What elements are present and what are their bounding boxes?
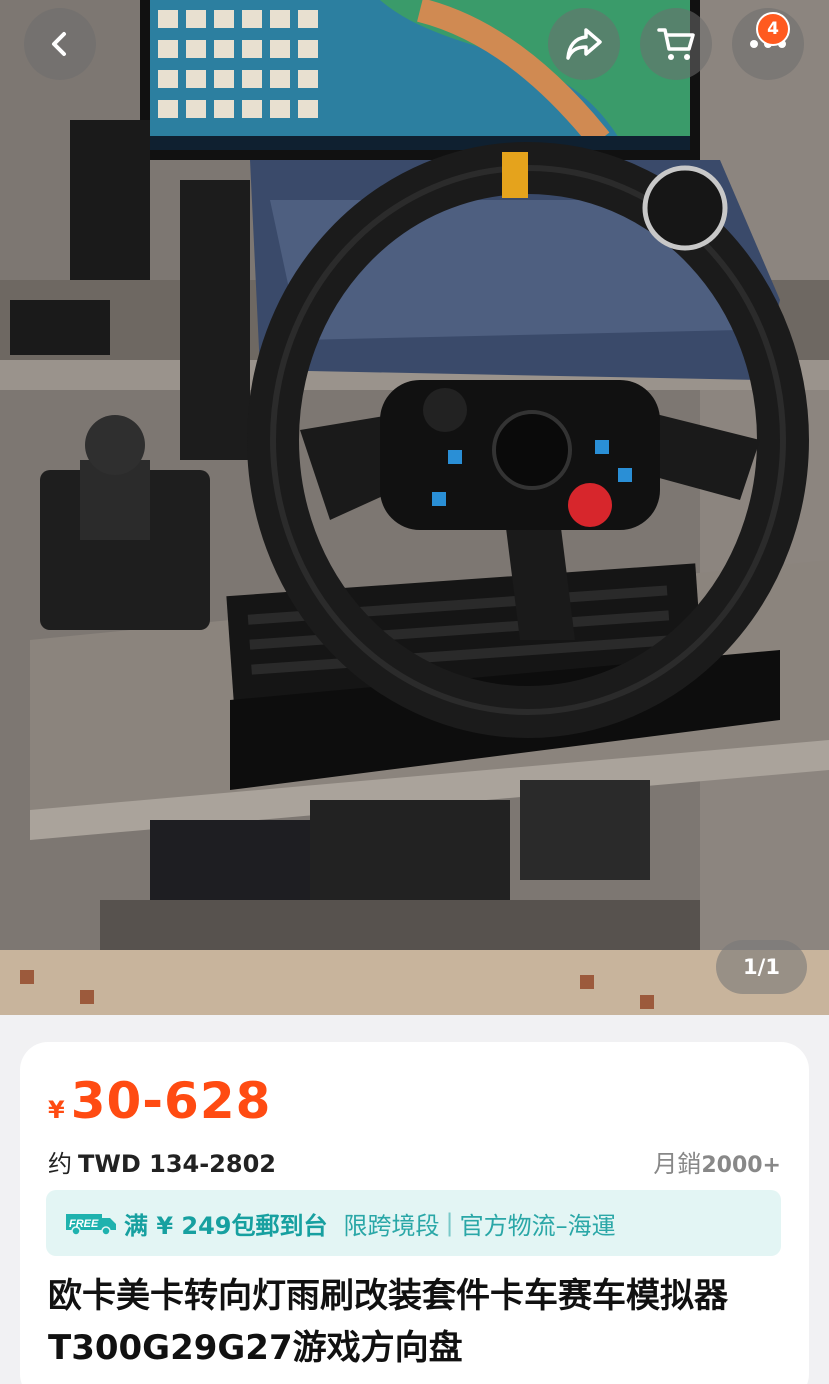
shipping-separator: | [445, 1209, 454, 1237]
free-badge-text: FREE [69, 1218, 99, 1230]
shipping-cross-border: 限跨境段 [343, 1211, 440, 1240]
product-image[interactable]: 4 1/1 [0, 0, 829, 1015]
share-button[interactable] [548, 8, 620, 80]
chevron-left-icon [52, 32, 66, 56]
sales-count: 2000+ [701, 1153, 781, 1178]
cart-badge: 4 [756, 12, 790, 46]
product-photo [0, 0, 829, 1015]
twd-amount: TWD 134-2802 [78, 1150, 276, 1178]
share-icon [566, 28, 602, 60]
price: ¥ 30-628 [48, 1072, 271, 1130]
cart-icon [657, 28, 695, 60]
shipping-banner[interactable]: FREE 满 ¥ 249包郵到台 限跨境段 | 官方物流–海運 [46, 1190, 781, 1256]
sales-label: 月銷 [653, 1150, 702, 1178]
image-counter: 1/1 [716, 940, 807, 994]
price-value: 30-628 [70, 1072, 272, 1130]
back-button[interactable] [24, 8, 96, 80]
cart-button[interactable] [640, 8, 712, 80]
twd-price: 约 TWD 134-2802 [48, 1144, 276, 1179]
approx-label: 约 [48, 1150, 72, 1178]
product-title: 欧卡美卡转向灯雨刷改装套件卡车赛车模拟器T300G29G27游戏方向盘 [48, 1276, 728, 1368]
product-page: 4 1/1 ¥ 30-628 约 TWD 134-2802 月銷2000+ FRE… [0, 0, 829, 1384]
free-shipping-icon: FREE [66, 1214, 116, 1236]
shipping-main-text: 满 ¥ 249包郵到台 [124, 1211, 328, 1240]
shipping-logistics: 官方物流–海運 [459, 1211, 616, 1240]
product-info-card: ¥ 30-628 约 TWD 134-2802 月銷2000+ FREE 满 ¥ … [20, 1042, 809, 1384]
monthly-sales: 月銷2000+ [653, 1144, 781, 1179]
price-symbol: ¥ [48, 1096, 65, 1124]
